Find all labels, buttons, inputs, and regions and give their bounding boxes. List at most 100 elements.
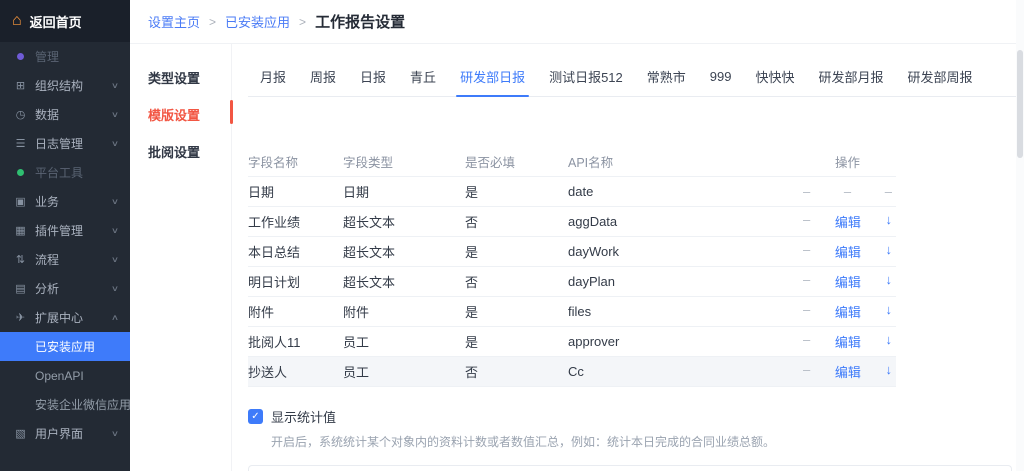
table-row: 工作业绩超长文本否aggData–编辑↓: [248, 207, 896, 237]
cell-field-name: 附件: [248, 302, 343, 321]
breadcrumb-link[interactable]: 设置主页: [148, 12, 200, 31]
plugin-management-icon: ▦: [12, 224, 29, 237]
op-dash: –: [803, 332, 810, 351]
edit-link[interactable]: 编辑: [835, 332, 861, 351]
sidebar-subitem[interactable]: 已安装应用: [0, 332, 130, 361]
tab[interactable]: 青丘: [398, 57, 448, 96]
sidebar-item[interactable]: ▣业务∨: [0, 187, 130, 216]
op-dash: –: [803, 272, 810, 291]
tab[interactable]: 周报: [298, 57, 348, 96]
tab[interactable]: 999: [698, 57, 744, 96]
column-header: 字段类型: [343, 152, 465, 171]
cell-required: 否: [465, 212, 568, 231]
page-scrollbar[interactable]: [1016, 0, 1024, 471]
home-icon: [12, 13, 22, 29]
sidebar-home[interactable]: 返回首页: [0, 0, 130, 42]
op-dash: –: [803, 242, 810, 261]
settings-nav-item[interactable]: 模版设置: [148, 105, 231, 124]
cell-api-name: dayPlan: [568, 274, 803, 289]
content: 类型设置模版设置批阅设置 月报周报日报青丘研发部日报测试日报512常熟市999快…: [130, 44, 1024, 471]
column-header: 字段名称: [248, 152, 343, 171]
op-dash: –: [803, 362, 810, 381]
edit-link[interactable]: 编辑: [835, 212, 861, 231]
move-down-icon[interactable]: ↓: [886, 242, 893, 261]
sidebar-item[interactable]: ▧用户界面∨: [0, 419, 130, 448]
extension-center-icon: ✈: [12, 311, 29, 324]
show-stats-checkbox[interactable]: [248, 409, 263, 424]
sidebar-item[interactable]: ⊞组织结构∨: [0, 71, 130, 100]
chevron-down-icon: ∨: [111, 226, 119, 235]
tab[interactable]: 日报: [348, 57, 398, 96]
tab[interactable]: 测试日报512: [537, 57, 635, 96]
sidebar-item-label: 平台工具: [35, 164, 83, 181]
sidebar-item[interactable]: 管理: [0, 42, 130, 71]
sidebar: 返回首页 管理⊞组织结构∨◷数据∨☰日志管理∨平台工具▣业务∨▦插件管理∨⇅流程…: [0, 0, 130, 471]
move-down-icon[interactable]: ↓: [886, 272, 893, 291]
chevron-down-icon: ∨: [111, 284, 119, 293]
sidebar-subitem[interactable]: OpenAPI: [0, 361, 130, 390]
analysis-icon: ▤: [12, 282, 29, 295]
sidebar-item-label: 组织结构: [35, 77, 83, 94]
table-row: 明日计划超长文本否dayPlan–编辑↓: [248, 267, 896, 297]
move-down-icon[interactable]: ↓: [886, 362, 893, 381]
cell-required: 否: [465, 272, 568, 291]
platform-tools-dot-icon: [12, 169, 29, 176]
edit-link[interactable]: 编辑: [835, 362, 861, 381]
cell-operations: –编辑↓: [803, 302, 896, 321]
breadcrumb-separator: >: [299, 15, 306, 29]
chevron-down-icon: ∨: [111, 255, 119, 264]
table-row: 批阅人11员工是approver–编辑↓: [248, 327, 896, 357]
sidebar-subitem[interactable]: 安装企业微信应用: [0, 390, 130, 419]
cell-required: 否: [465, 362, 568, 381]
op-dash: –: [885, 184, 892, 199]
sidebar-item-label: 数据: [35, 106, 59, 123]
tab[interactable]: 月报: [248, 57, 298, 96]
move-down-icon[interactable]: ↓: [886, 302, 893, 321]
sidebar-item[interactable]: ☰日志管理∨: [0, 129, 130, 158]
settings-nav-item[interactable]: 批阅设置: [148, 142, 231, 161]
sidebar-item[interactable]: ⇅流程∨: [0, 245, 130, 274]
cell-operations: – 编辑 ↓: [803, 212, 896, 231]
tab[interactable]: 研发部月报: [807, 57, 896, 96]
cell-api-name: files: [568, 304, 803, 319]
tab[interactable]: 研发部日报: [448, 57, 537, 96]
scrollbar-thumb[interactable]: [1017, 50, 1023, 158]
cell-api-name: approver: [568, 334, 803, 349]
sidebar-item[interactable]: ▦ 插件管理 ∨: [0, 216, 130, 245]
user-interface-icon: ▧: [12, 427, 29, 440]
show-stats-label: 显示统计值: [271, 407, 336, 426]
chevron-down-icon: ∨: [111, 81, 119, 90]
edit-link[interactable]: 编辑: [835, 272, 861, 291]
cell-operations: – 编辑 ↓: [803, 362, 896, 381]
cell-operations: – 编辑 ↓: [803, 272, 896, 291]
tab[interactable]: 常熟市: [635, 57, 698, 96]
data-clock-icon: ◷: [12, 108, 29, 121]
move-down-icon[interactable]: ↓: [886, 332, 893, 351]
sidebar-item-label: OpenAPI: [35, 369, 84, 383]
cell-required: 是: [465, 182, 568, 201]
move-down-icon[interactable]: ↓: [886, 212, 893, 231]
settings-nav-item[interactable]: 类型设置: [148, 68, 231, 87]
sidebar-item[interactable]: ▤分析∨: [0, 274, 130, 303]
sidebar-item[interactable]: ◷数据∨: [0, 100, 130, 129]
cell-operations: – 编辑 ↓: [803, 332, 896, 351]
report-settings-panel: 月报周报日报青丘研发部日报测试日报512常熟市999快快快研发部月报研发部周报 …: [232, 44, 1024, 471]
sidebar-item-label: 用户界面: [35, 425, 83, 442]
cell-field-type: 超长文本: [343, 272, 465, 291]
sidebar-item[interactable]: 平台工具: [0, 158, 130, 187]
cell-field-type: 员工: [343, 332, 465, 351]
tab[interactable]: 快快快: [744, 57, 807, 96]
cell-required: 是: [465, 302, 568, 321]
sidebar-item[interactable]: ✈扩展中心∧: [0, 303, 130, 332]
log-management-icon: ☰: [12, 137, 29, 150]
stats-head: 显示统计值: [248, 407, 1024, 426]
op-dash: –: [803, 212, 810, 231]
platform-tools-dot-icon: [17, 169, 24, 176]
edit-link[interactable]: 编辑: [835, 242, 861, 261]
stats-description: 开启后，系统统计某个对象内的资料计数或者数值汇总，例如：统计本日完成的合同业绩总…: [271, 433, 1024, 450]
tab[interactable]: 研发部周报: [896, 57, 985, 96]
breadcrumb-link[interactable]: 已安装应用: [225, 12, 290, 31]
sidebar-item-label: 插件管理: [35, 222, 83, 239]
chevron-down-icon: ∨: [111, 139, 119, 148]
edit-link[interactable]: 编辑: [835, 302, 861, 321]
